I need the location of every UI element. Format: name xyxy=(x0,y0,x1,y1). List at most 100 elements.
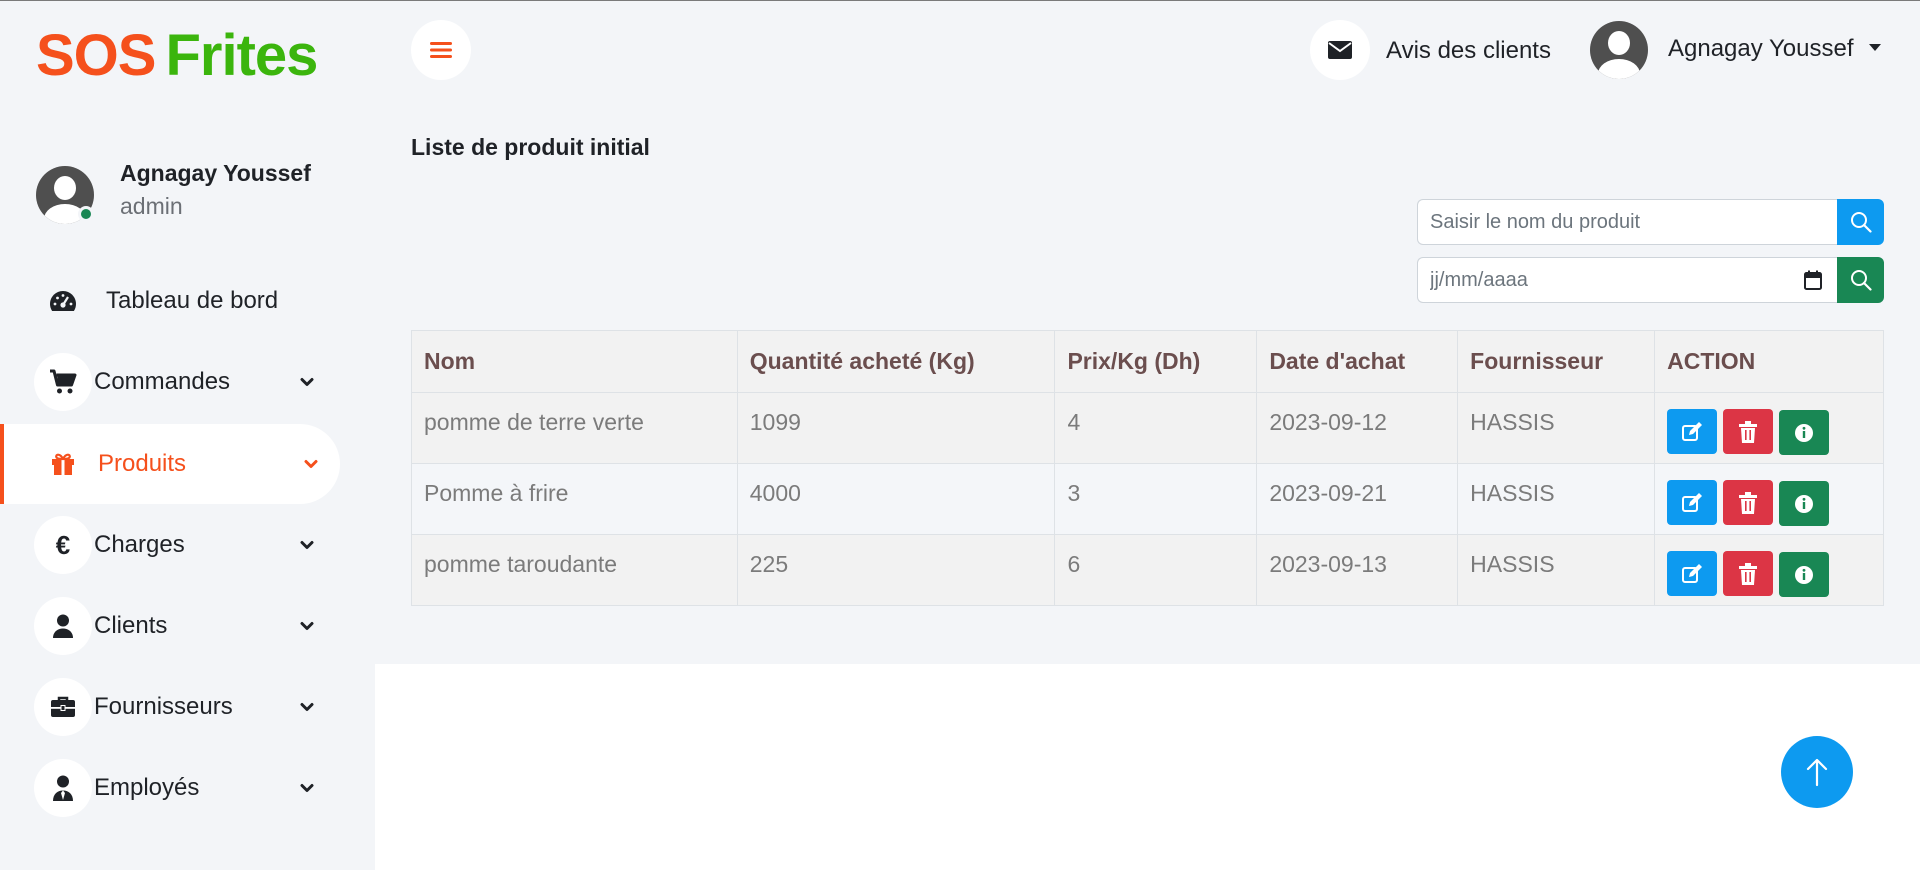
user-tie-icon xyxy=(34,759,92,817)
chevron-down-icon xyxy=(304,460,318,468)
sidebar-item-charges[interactable]: € Charges xyxy=(0,505,340,585)
cell-actions xyxy=(1654,392,1884,464)
main-footer-area xyxy=(375,664,1920,870)
brand-logo-part2: Frites xyxy=(165,23,319,88)
table-row: pomme de terre verte 1099 4 2023-09-12 H… xyxy=(411,392,1884,464)
caret-down-icon[interactable] xyxy=(1868,43,1882,53)
trash-icon xyxy=(1739,562,1758,585)
brand-logo[interactable]: SOS Frites xyxy=(36,23,319,89)
sidebar-item-label: Produits xyxy=(98,450,187,477)
profile-name: Agnagay Youssef xyxy=(120,160,311,186)
cell-prix: 4 xyxy=(1054,392,1258,464)
sidebar: SOS Frites Agnagay Youssef admin Tableau … xyxy=(0,1,375,870)
chevron-down-icon xyxy=(300,541,314,549)
user-menu-name[interactable]: Agnagay Youssef xyxy=(1668,35,1854,63)
delete-button[interactable] xyxy=(1723,409,1774,454)
info-icon xyxy=(1795,494,1814,513)
cell-prix: 3 xyxy=(1054,463,1258,535)
hamburger-icon xyxy=(430,42,452,58)
column-header-prix[interactable]: Prix/Kg (Dh) xyxy=(1054,330,1258,393)
sidebar-item-employes[interactable]: Employés xyxy=(0,748,340,828)
chevron-down-icon xyxy=(300,378,314,386)
product-search-button[interactable] xyxy=(1837,199,1884,245)
products-table: Nom Quantité acheté (Kg) Prix/Kg (Dh) Da… xyxy=(411,330,1884,606)
date-filter-input[interactable] xyxy=(1417,257,1838,303)
cell-nom: pomme de terre verte xyxy=(411,392,738,464)
info-icon xyxy=(1795,565,1814,584)
info-button[interactable] xyxy=(1779,410,1830,455)
sidebar-item-label: Commandes xyxy=(94,368,231,395)
cell-actions xyxy=(1654,463,1884,535)
column-header-quantite[interactable]: Quantité acheté (Kg) xyxy=(736,330,1056,393)
chevron-down-icon xyxy=(300,622,314,630)
online-status-dot xyxy=(78,206,94,222)
column-header-action: ACTION xyxy=(1654,330,1884,393)
sidebar-item-produits[interactable]: Produits xyxy=(0,424,340,504)
briefcase-icon xyxy=(34,678,92,736)
cell-quantite: 4000 xyxy=(736,463,1056,535)
chevron-down-icon xyxy=(300,703,314,711)
cell-date: 2023-09-21 xyxy=(1256,463,1459,535)
info-button[interactable] xyxy=(1779,481,1830,526)
sidebar-item-dashboard[interactable]: Tableau de bord xyxy=(0,261,340,341)
edit-button[interactable] xyxy=(1667,480,1718,525)
brand-logo-part1: SOS xyxy=(36,23,156,88)
reviews-link[interactable]: Avis des clients xyxy=(1386,37,1551,65)
sidebar-item-clients[interactable]: Clients xyxy=(0,586,340,666)
trash-icon xyxy=(1739,491,1758,514)
gift-icon xyxy=(34,435,92,493)
dashboard-icon xyxy=(34,272,92,330)
sidebar-item-label: Clients xyxy=(94,612,168,639)
sidebar-item-label: Employés xyxy=(94,774,200,801)
avatar[interactable] xyxy=(1590,21,1648,79)
cell-nom: Pomme à frire xyxy=(411,463,738,535)
product-search-input[interactable] xyxy=(1417,199,1838,245)
table-row: pomme taroudante 225 6 2023-09-13 HASSIS xyxy=(411,534,1884,606)
cell-nom: pomme taroudante xyxy=(411,534,738,606)
delete-button[interactable] xyxy=(1723,551,1774,596)
column-header-date[interactable]: Date d'achat xyxy=(1256,330,1459,393)
product-search xyxy=(1417,199,1884,245)
sidebar-profile: Agnagay Youssef admin xyxy=(36,158,366,228)
table-row: Pomme à frire 4000 3 2023-09-21 HASSIS xyxy=(411,463,1884,535)
shopping-cart-icon xyxy=(34,353,92,411)
sidebar-item-label: Fournisseurs xyxy=(94,693,233,720)
calendar-icon[interactable] xyxy=(1804,270,1822,290)
cell-fournisseur: HASSIS xyxy=(1457,463,1656,535)
cell-quantite: 1099 xyxy=(736,392,1056,464)
sidebar-item-label: Charges xyxy=(94,531,185,558)
cell-prix: 6 xyxy=(1054,534,1258,606)
menu-toggle-button[interactable] xyxy=(411,20,471,80)
table-header-row: Nom Quantité acheté (Kg) Prix/Kg (Dh) Da… xyxy=(411,330,1884,393)
column-header-fournisseur[interactable]: Fournisseur xyxy=(1457,330,1656,393)
date-search xyxy=(1417,257,1884,303)
topbar: Avis des clients Agnagay Youssef xyxy=(375,1,1920,99)
edit-button[interactable] xyxy=(1667,551,1718,596)
euro-icon: € xyxy=(34,516,92,574)
scroll-to-top-button[interactable] xyxy=(1781,736,1853,808)
chevron-down-icon xyxy=(300,784,314,792)
edit-button[interactable] xyxy=(1667,409,1718,454)
edit-icon xyxy=(1682,492,1703,512)
envelope-icon xyxy=(1328,41,1352,59)
date-search-button[interactable] xyxy=(1837,257,1884,303)
delete-button[interactable] xyxy=(1723,480,1774,525)
column-header-nom[interactable]: Nom xyxy=(411,330,738,393)
search-icon xyxy=(1850,212,1872,233)
edit-icon xyxy=(1682,563,1703,583)
arrow-up-icon xyxy=(1806,758,1828,787)
cell-actions xyxy=(1654,534,1884,606)
sidebar-item-label: Tableau de bord xyxy=(106,287,279,314)
cell-date: 2023-09-13 xyxy=(1256,534,1459,606)
info-button[interactable] xyxy=(1779,552,1830,597)
cell-date: 2023-09-12 xyxy=(1256,392,1459,464)
sidebar-item-fournisseurs[interactable]: Fournisseurs xyxy=(0,667,340,747)
cell-fournisseur: HASSIS xyxy=(1457,392,1656,464)
trash-icon xyxy=(1739,420,1758,443)
reviews-button[interactable] xyxy=(1310,20,1370,80)
sidebar-item-commandes[interactable]: Commandes xyxy=(0,342,340,422)
page-title: Liste de produit initial xyxy=(411,134,650,160)
info-icon xyxy=(1795,423,1814,442)
cell-fournisseur: HASSIS xyxy=(1457,534,1656,606)
user-icon xyxy=(34,597,92,655)
